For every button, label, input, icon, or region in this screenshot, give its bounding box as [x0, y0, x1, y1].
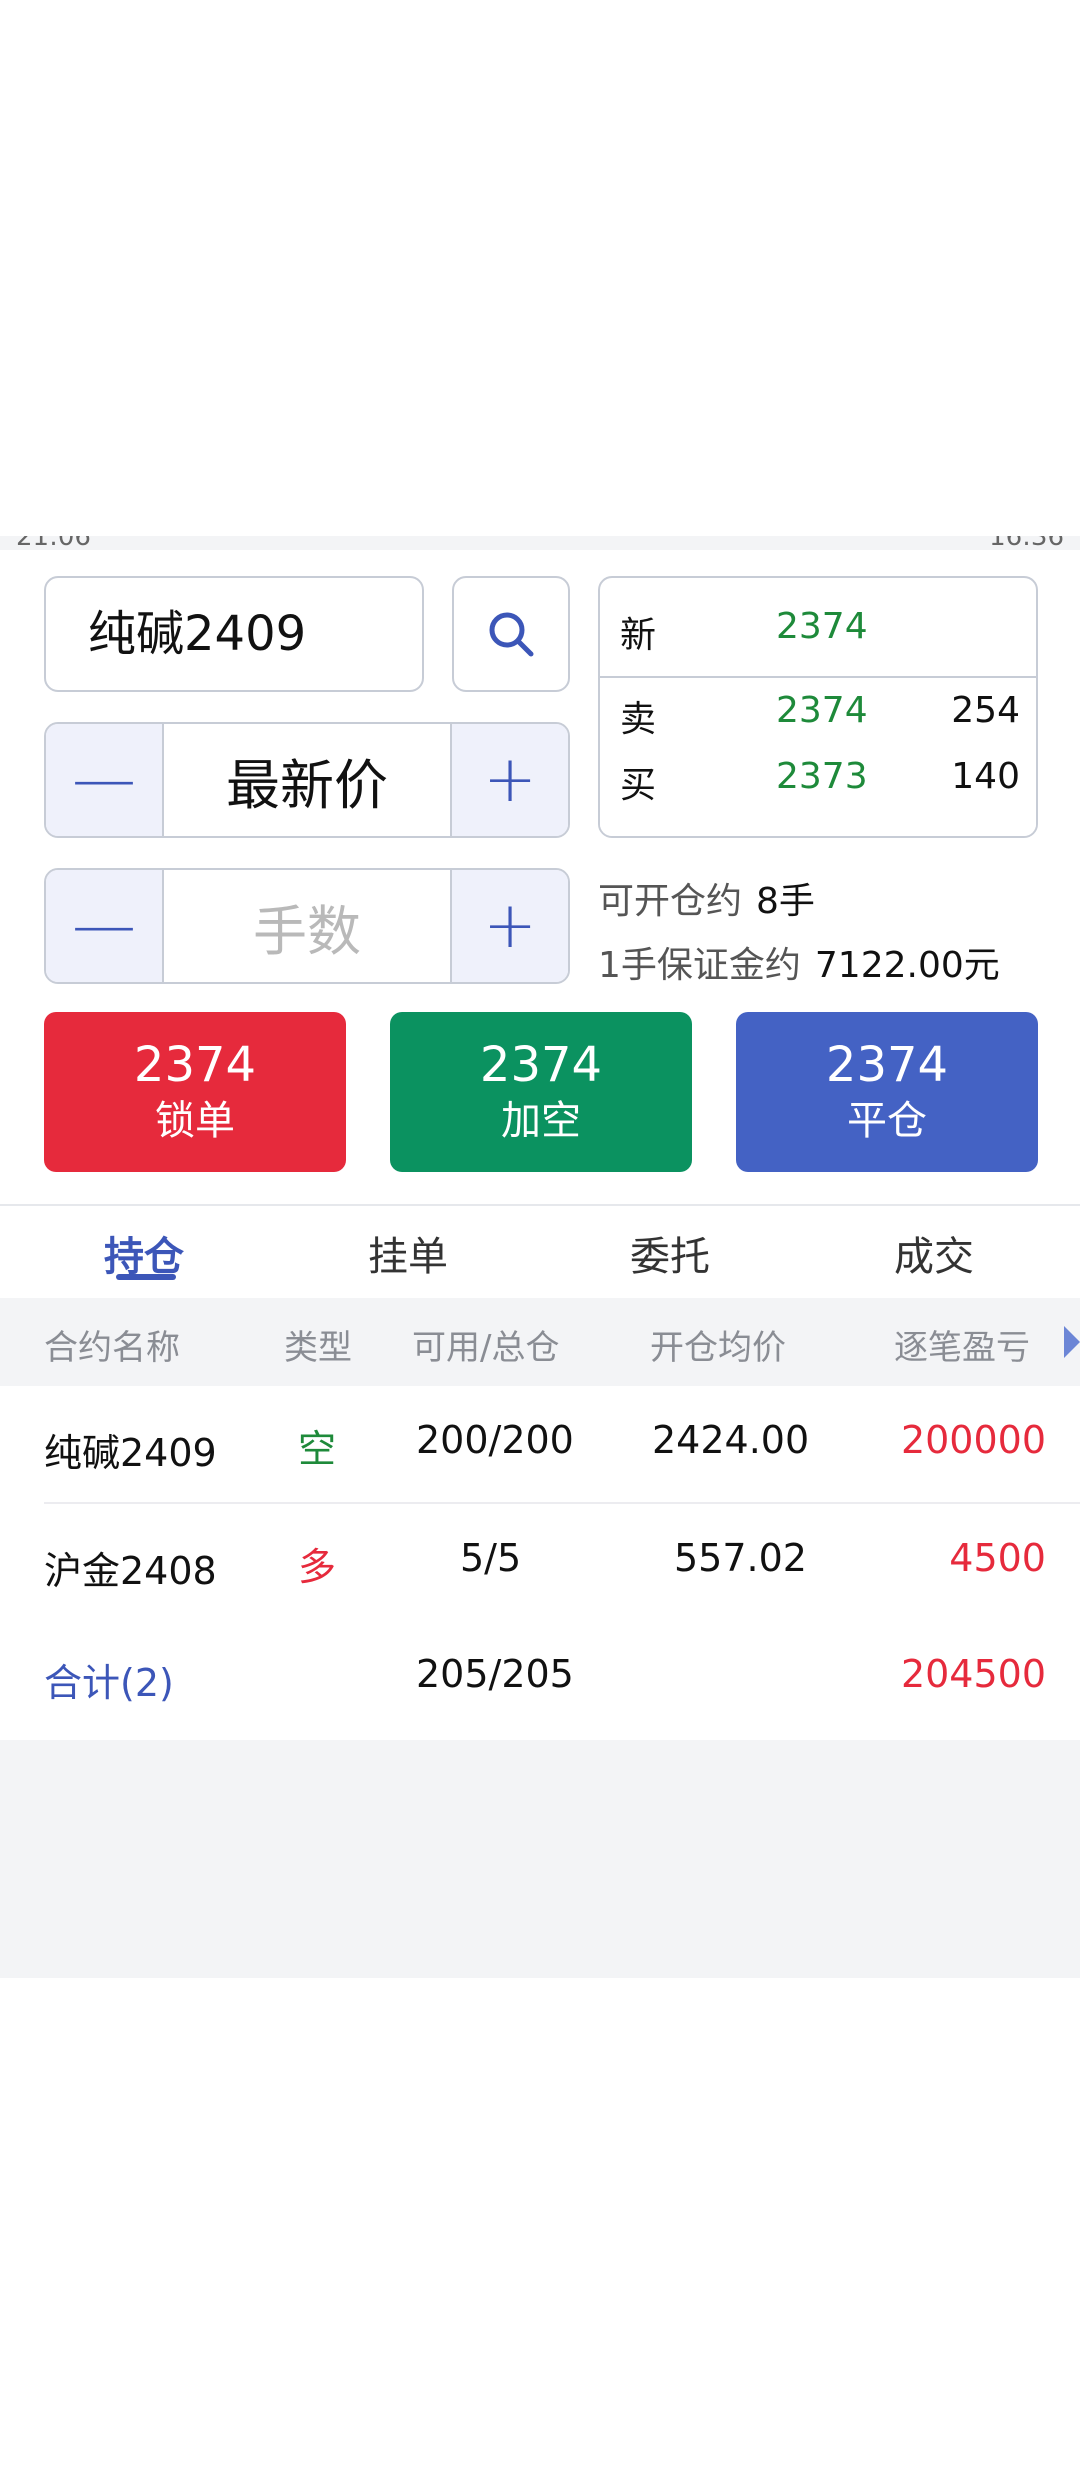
row-avg-price: 2424.00 [652, 1418, 810, 1462]
status-bar: 21:06 16:36 [0, 536, 1080, 550]
quote-bid-row[interactable]: 买 2373 140 [600, 756, 1036, 836]
quote-ask-volume: 254 [951, 690, 1020, 731]
positions-table: 合约名称 类型 可用/总仓 开仓均价 逐笔盈亏 纯碱2409 空 200/200… [0, 1298, 1080, 1978]
table-row[interactable]: 沪金2408 多 5/5 557.02 4500 [0, 1504, 1080, 1622]
total-available-total: 205/205 [416, 1652, 574, 1696]
tab-trades[interactable]: 成交 [894, 1224, 974, 1282]
margin-label: 1手保证金约 [598, 945, 801, 986]
close-position-button[interactable]: 2374 平仓 [736, 1012, 1038, 1172]
price-type-field[interactable]: 最新价 [164, 724, 450, 836]
quote-last-label: 新 [620, 615, 657, 656]
open-capacity-label: 可开仓约 [598, 881, 743, 922]
quote-panel: 新 2374 卖 2374 254 买 2373 140 [598, 576, 1038, 838]
quantity-decrease-button[interactable]: — [46, 870, 164, 982]
table-total-row: 合计(2) 205/205 204500 [0, 1622, 1080, 1740]
price-increase-button[interactable]: + [450, 724, 568, 836]
row-contract-name: 沪金2408 [44, 1549, 217, 1593]
margin-value: 7122.00元 [814, 945, 1000, 986]
tab-orders[interactable]: 委托 [630, 1224, 710, 1282]
header-available-total: 可用/总仓 [412, 1328, 560, 1368]
quote-bid-volume: 140 [951, 756, 1020, 797]
active-tab-indicator [116, 1274, 176, 1280]
search-button[interactable] [452, 576, 570, 692]
add-short-button[interactable]: 2374 加空 [390, 1012, 692, 1172]
row-available-total: 200/200 [416, 1418, 574, 1462]
total-label: 合计(2) [44, 1661, 174, 1705]
price-stepper: — 最新价 + [44, 722, 570, 838]
row-pnl: 200000 [900, 1418, 1046, 1462]
quote-bid-price: 2373 [776, 756, 868, 797]
status-time-left: 21:06 [16, 536, 91, 550]
add-short-label: 加空 [501, 1098, 581, 1144]
close-position-price: 2374 [825, 1037, 949, 1093]
row-avg-price: 557.02 [674, 1536, 807, 1580]
quantity-stepper: — 手数 + [44, 868, 570, 984]
add-short-price: 2374 [479, 1037, 603, 1093]
quote-last-price: 2374 [776, 606, 868, 647]
header-contract-name: 合约名称 [44, 1328, 180, 1368]
quote-divider [600, 676, 1036, 678]
margin-text: 1手保证金约 7122.00元 [598, 936, 1000, 988]
total-pnl: 204500 [900, 1652, 1046, 1696]
row-type: 多 [298, 1545, 337, 1589]
symbol-input[interactable]: 纯碱2409 [44, 576, 424, 692]
open-capacity-text: 可开仓约 8手 [598, 872, 815, 924]
lock-order-button[interactable]: 2374 锁单 [44, 1012, 346, 1172]
lock-order-price: 2374 [133, 1037, 257, 1093]
status-time-right: 16:36 [989, 536, 1064, 550]
row-type: 空 [298, 1427, 337, 1471]
tab-pending[interactable]: 挂单 [368, 1224, 448, 1282]
quote-ask-price: 2374 [776, 690, 868, 731]
header-type: 类型 [284, 1328, 352, 1368]
table-row[interactable]: 纯碱2409 空 200/200 2424.00 200000 [0, 1386, 1080, 1504]
lock-order-label: 锁单 [155, 1098, 235, 1144]
header-pnl: 逐笔盈亏 [894, 1328, 1030, 1368]
price-decrease-button[interactable]: — [46, 724, 164, 836]
row-contract-name: 纯碱2409 [44, 1431, 217, 1475]
tab-bar: 持仓 挂单 委托 成交 [0, 1206, 1080, 1298]
quote-ask-label: 卖 [620, 699, 657, 740]
quantity-increase-button[interactable]: + [450, 870, 568, 982]
close-position-label: 平仓 [847, 1098, 927, 1144]
row-pnl: 4500 [949, 1536, 1046, 1580]
scroll-right-icon[interactable] [1064, 1326, 1080, 1358]
quantity-input[interactable]: 手数 [164, 870, 450, 982]
quote-bid-label: 买 [620, 765, 657, 806]
row-available-total: 5/5 [460, 1536, 522, 1580]
header-avg-open-price: 开仓均价 [650, 1328, 786, 1368]
search-icon [489, 612, 534, 657]
open-capacity-value: 8手 [756, 881, 815, 922]
table-header: 合约名称 类型 可用/总仓 开仓均价 逐笔盈亏 [0, 1298, 1080, 1386]
